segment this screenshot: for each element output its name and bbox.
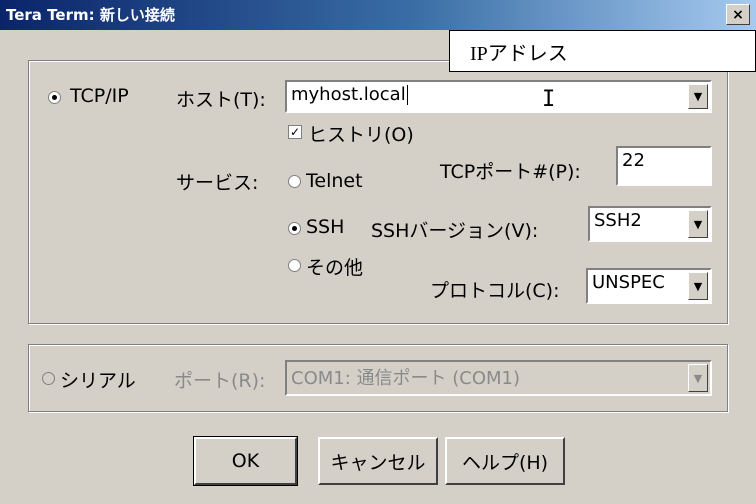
close-icon: × — [732, 6, 744, 23]
history-checkbox[interactable]: ✓ — [288, 125, 302, 139]
protocol-label: プロトコル(C): — [430, 280, 560, 302]
ssh-label: SSH — [306, 216, 345, 238]
close-button[interactable]: × — [726, 4, 750, 25]
serial-port-value: COM1: 通信ポート (COM1) — [291, 368, 520, 389]
chevron-down-icon[interactable]: ▼ — [688, 210, 708, 238]
title-bar[interactable]: Tera Term: 新しい接続 × — [0, 0, 756, 30]
telnet-label: Telnet — [306, 170, 363, 192]
chevron-down-icon[interactable]: ▼ — [688, 84, 708, 109]
new-connection-dialog: Tera Term: 新しい接続 × TCP/IP ホスト(T): myhost… — [0, 0, 756, 504]
other-label: その他 — [306, 257, 364, 279]
cancel-button[interactable]: キャンセル — [318, 437, 438, 485]
ssh-radio[interactable] — [288, 222, 301, 235]
ip-address-tooltip: IPアドレス — [449, 30, 756, 72]
chevron-down-icon[interactable]: ▼ — [688, 364, 708, 392]
ibeam-cursor-icon: I — [542, 87, 556, 112]
radio-selected-dot — [292, 226, 297, 231]
text-caret — [406, 85, 408, 105]
tcpip-radio[interactable] — [48, 91, 61, 104]
host-input[interactable]: myhost.local — [291, 84, 406, 105]
window-title: Tera Term: 新しい接続 — [6, 6, 175, 24]
serial-port-select[interactable]: COM1: 通信ポート (COM1) ▼ — [285, 360, 712, 396]
serial-label: シリアル — [60, 370, 136, 392]
tcp-port-value: 22 — [622, 150, 645, 171]
cancel-button-label: キャンセル — [330, 451, 426, 474]
other-radio[interactable] — [288, 259, 301, 272]
help-button-label: ヘルプ(H) — [461, 451, 549, 474]
help-button[interactable]: ヘルプ(H) — [445, 437, 565, 485]
chevron-down-icon[interactable]: ▼ — [688, 272, 708, 300]
ssh-version-value: SSH2 — [594, 210, 642, 231]
serial-radio[interactable] — [42, 372, 55, 385]
checkmark-icon: ✓ — [289, 125, 301, 139]
host-label: ホスト(T): — [176, 89, 266, 111]
tcpip-label: TCP/IP — [70, 85, 129, 107]
history-label: ヒストリ(O) — [308, 124, 414, 146]
ok-button-label: OK — [231, 450, 260, 472]
radio-selected-dot — [52, 95, 57, 100]
ok-button[interactable]: OK — [193, 436, 298, 486]
tcp-port-input[interactable]: 22 — [616, 146, 712, 186]
protocol-select[interactable]: UNSPEC ▼ — [586, 268, 712, 304]
host-combo[interactable]: myhost.local ▼ — [285, 80, 712, 113]
service-label: サービス: — [176, 172, 259, 194]
telnet-radio[interactable] — [288, 175, 301, 188]
tcp-port-label: TCPポート#(P): — [440, 161, 581, 183]
serial-port-label: ポート(R): — [174, 370, 266, 392]
tooltip-text: IPアドレス — [470, 43, 568, 65]
ssh-version-label: SSHバージョン(V): — [371, 220, 539, 242]
ssh-version-select[interactable]: SSH2 ▼ — [588, 206, 712, 242]
protocol-value: UNSPEC — [592, 272, 665, 293]
